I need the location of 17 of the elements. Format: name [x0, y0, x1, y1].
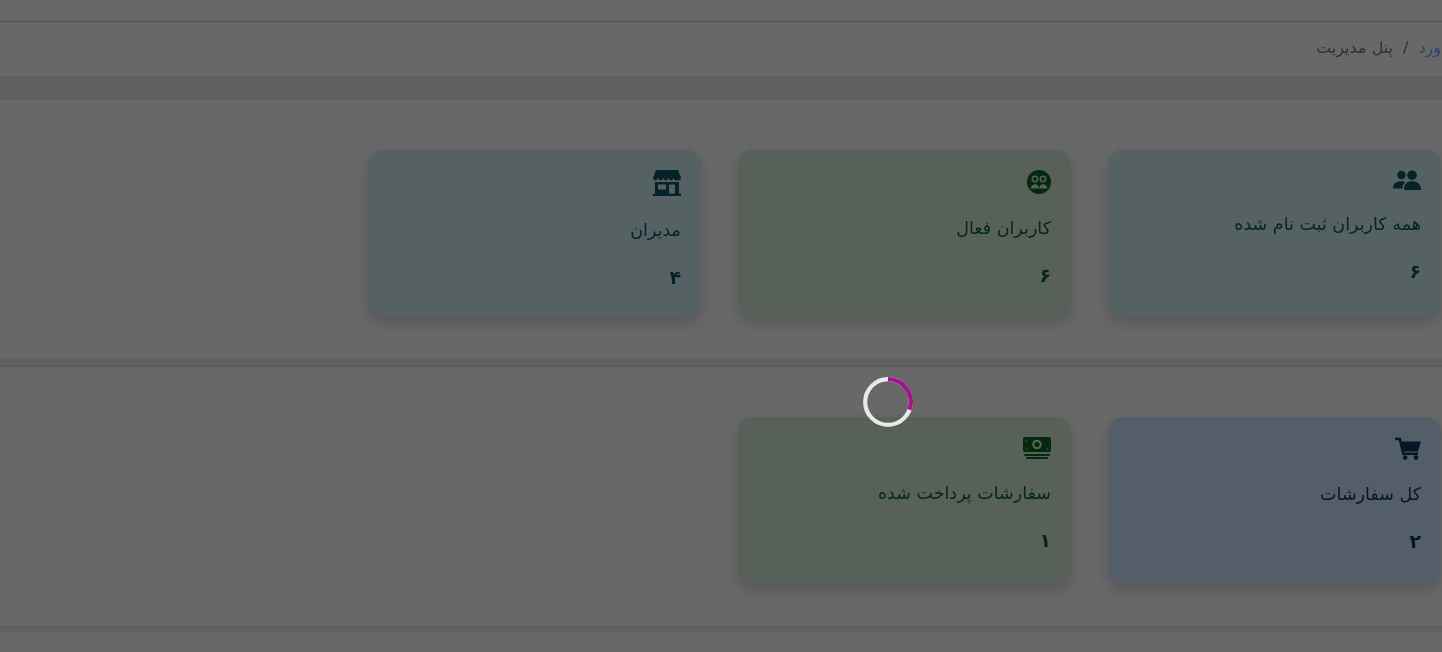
- cart-icon: [1395, 437, 1421, 460]
- breadcrumb-separator: /: [1403, 37, 1409, 57]
- stat-value: ۴: [669, 265, 681, 289]
- stat-value: ۲: [1409, 529, 1421, 553]
- stat-label: سفارشات پرداخت شده: [877, 482, 1051, 506]
- stat-value: ۶: [1039, 263, 1051, 287]
- banknote-icon: [1023, 437, 1051, 459]
- stat-value: ۶: [1409, 259, 1421, 283]
- breadcrumb-link[interactable]: ورد: [1418, 37, 1441, 57]
- store-icon: [653, 170, 681, 196]
- breadcrumb-current: پنل مدیریت: [1316, 37, 1394, 57]
- stat-label: کاربران فعال: [956, 217, 1051, 240]
- stat-label: مدیران: [630, 219, 681, 242]
- stat-label: همه کاربران ثبت نام شده: [1234, 213, 1421, 236]
- users-icon: [1393, 170, 1421, 190]
- stat-label: کل سفارشات: [1320, 483, 1421, 506]
- stat-value: ۱: [1039, 528, 1051, 552]
